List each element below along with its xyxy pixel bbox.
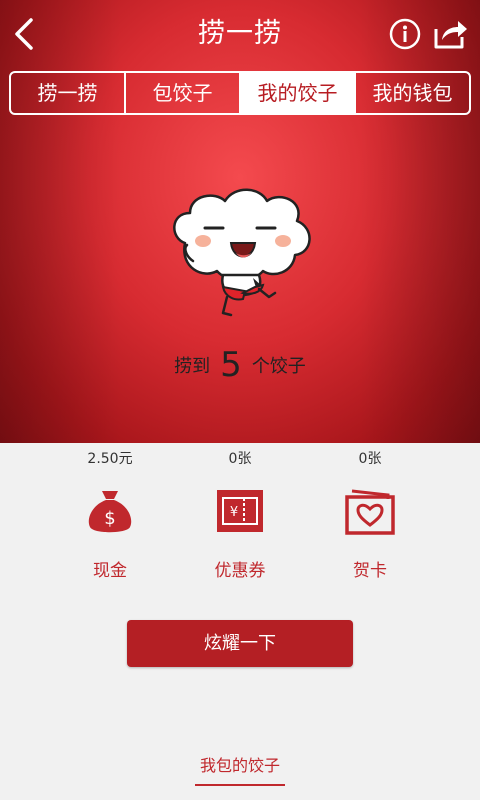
coupon-value: 0张 — [228, 451, 252, 467]
tab-bar: 捞一捞 包饺子 我的饺子 我的钱包 — [9, 71, 471, 115]
dumpling-mascot-image — [173, 188, 311, 317]
catch-count: 5 — [220, 345, 242, 385]
cash-value: 2.50元 — [87, 451, 133, 467]
money-bag-icon: $ — [88, 491, 132, 533]
wallet-cash[interactable]: 2.50元 $ 现金 — [40, 448, 180, 581]
card-value: 0张 — [358, 451, 382, 467]
tab-catch[interactable]: 捞一捞 — [11, 73, 124, 113]
wallet-greeting-card[interactable]: 0张 贺卡 — [300, 448, 440, 581]
info-button[interactable] — [388, 17, 422, 51]
my-dumplings-link[interactable]: 我包的饺子 — [195, 752, 285, 786]
coupon-icon: ¥ — [217, 490, 263, 532]
catch-result: 捞到 5 个饺子 — [0, 345, 480, 385]
card-label: 贺卡 — [353, 561, 387, 581]
svg-text:¥: ¥ — [230, 505, 238, 520]
tab-make-dumplings[interactable]: 包饺子 — [124, 73, 239, 113]
my-dumplings-section: 我包的饺子 — [0, 752, 480, 786]
tab-my-dumplings[interactable]: 我的饺子 — [239, 73, 354, 113]
coupon-label: 优惠券 — [214, 561, 266, 581]
info-icon — [389, 18, 421, 50]
flaunt-button[interactable]: 炫耀一下 — [127, 620, 353, 667]
greeting-card-icon — [345, 489, 395, 535]
tab-my-wallet[interactable]: 我的钱包 — [354, 73, 469, 113]
top-bar: 捞一捞 — [0, 0, 480, 66]
svg-text:$: $ — [104, 508, 115, 529]
catch-suffix: 个饺子 — [251, 356, 306, 377]
share-icon — [434, 21, 467, 49]
wallet-coupon[interactable]: 0张 ¥ 优惠券 — [170, 448, 310, 581]
catch-prefix: 捞到 — [174, 356, 211, 377]
cash-label: 现金 — [93, 561, 127, 581]
share-button[interactable] — [432, 15, 470, 51]
